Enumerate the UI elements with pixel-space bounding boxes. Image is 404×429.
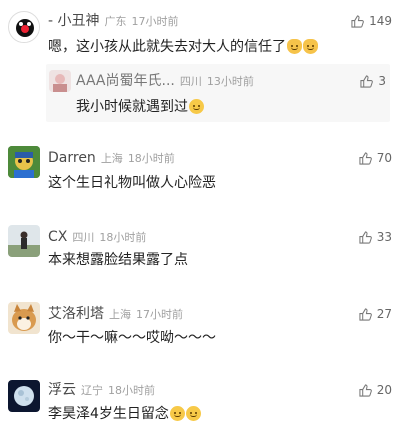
thumbs-up-icon xyxy=(359,383,372,397)
thumbs-up-icon xyxy=(359,307,372,321)
like-button[interactable]: 20 xyxy=(359,383,392,397)
location: 辽宁 xyxy=(81,384,103,397)
thinking-face-icon xyxy=(169,406,185,421)
comment-meta: CX 四川 18小时前 xyxy=(48,229,146,246)
reply-like-count: 3 xyxy=(378,74,386,88)
comment-meta: 浮云 辽宁 18小时前 xyxy=(48,382,155,399)
cat-face-icon xyxy=(303,39,318,54)
avatar[interactable] xyxy=(8,146,40,178)
reply-box: AAA尚蜀年氏... 四川 13小时前 3 我小时候就遇到过 xyxy=(46,64,390,122)
like-count: 20 xyxy=(376,383,392,397)
avatar[interactable] xyxy=(8,11,40,43)
comment-text: 李昊泽4岁生日留念 xyxy=(48,406,169,422)
thumbs-up-icon xyxy=(359,230,372,244)
comment-list: - 小丑神 广东 17小时前 149 嗯，这小孩从此就失去对大人的信任了 AAA尚蜀… xyxy=(0,0,404,429)
comment-meta: - 小丑神 广东 17小时前 xyxy=(48,13,179,30)
user-name[interactable]: CX xyxy=(48,229,67,245)
comment-text-row: 李昊泽4岁生日留念 xyxy=(48,405,201,423)
location: 广东 xyxy=(104,15,127,28)
timestamp: 17小时前 xyxy=(136,308,183,321)
user-name[interactable]: - 小丑神 xyxy=(48,13,100,29)
like-count: 70 xyxy=(376,151,392,165)
avatar[interactable] xyxy=(8,225,40,257)
thinking-face-icon xyxy=(185,406,201,421)
reply-location: 四川 xyxy=(179,75,202,88)
location: 上海 xyxy=(109,308,131,321)
like-count: 33 xyxy=(376,230,392,244)
reply-avatar[interactable] xyxy=(49,70,71,92)
like-count: 149 xyxy=(369,14,392,28)
like-count: 27 xyxy=(376,307,392,321)
thumbs-up-icon xyxy=(360,74,374,88)
like-button[interactable]: 27 xyxy=(359,307,392,321)
like-button[interactable]: 33 xyxy=(359,230,392,244)
reply-timestamp: 13小时前 xyxy=(206,75,254,88)
like-button[interactable]: 149 xyxy=(351,14,392,28)
user-name[interactable]: Darren xyxy=(48,150,96,166)
avatar[interactable] xyxy=(8,380,40,412)
smile-face-icon xyxy=(189,99,204,114)
comment-meta: Darren 上海 18小时前 xyxy=(48,150,175,167)
reply-user-name[interactable]: AAA尚蜀年氏... xyxy=(76,73,175,89)
comment-text-row: 嗯，这小孩从此就失去对大人的信任了 xyxy=(48,38,318,56)
user-name[interactable]: 浮云 xyxy=(48,382,76,398)
reply-text: 我小时候就遇到过 xyxy=(76,99,188,115)
like-button[interactable]: 70 xyxy=(359,151,392,165)
comment-text: 你～干～嘛～～哎呦～～～ xyxy=(48,330,216,346)
user-name[interactable]: 艾洛利塔 xyxy=(48,306,104,322)
thumbs-up-icon xyxy=(351,14,364,28)
cat-face-icon xyxy=(287,39,302,54)
timestamp: 17小时前 xyxy=(131,15,179,28)
timestamp: 18小时前 xyxy=(127,152,175,165)
comment-text: 嗯，这小孩从此就失去对大人的信任了 xyxy=(48,39,286,55)
thumbs-up-icon xyxy=(359,151,372,165)
location: 上海 xyxy=(100,152,123,165)
timestamp: 18小时前 xyxy=(99,231,147,244)
comment-text: 这个生日礼物叫做人心险恶 xyxy=(48,175,216,191)
avatar[interactable] xyxy=(8,302,40,334)
reply-text-row: 我小时候就遇到过 xyxy=(76,98,204,116)
location: 四川 xyxy=(72,231,95,244)
reply-like-button[interactable]: 3 xyxy=(360,74,386,88)
timestamp: 18小时前 xyxy=(108,384,155,397)
comment-text: 本来想露脸结果露了点 xyxy=(48,252,188,268)
reply-meta: AAA尚蜀年氏... 四川 13小时前 xyxy=(76,73,254,90)
comment-meta: 艾洛利塔 上海 17小时前 xyxy=(48,306,183,323)
